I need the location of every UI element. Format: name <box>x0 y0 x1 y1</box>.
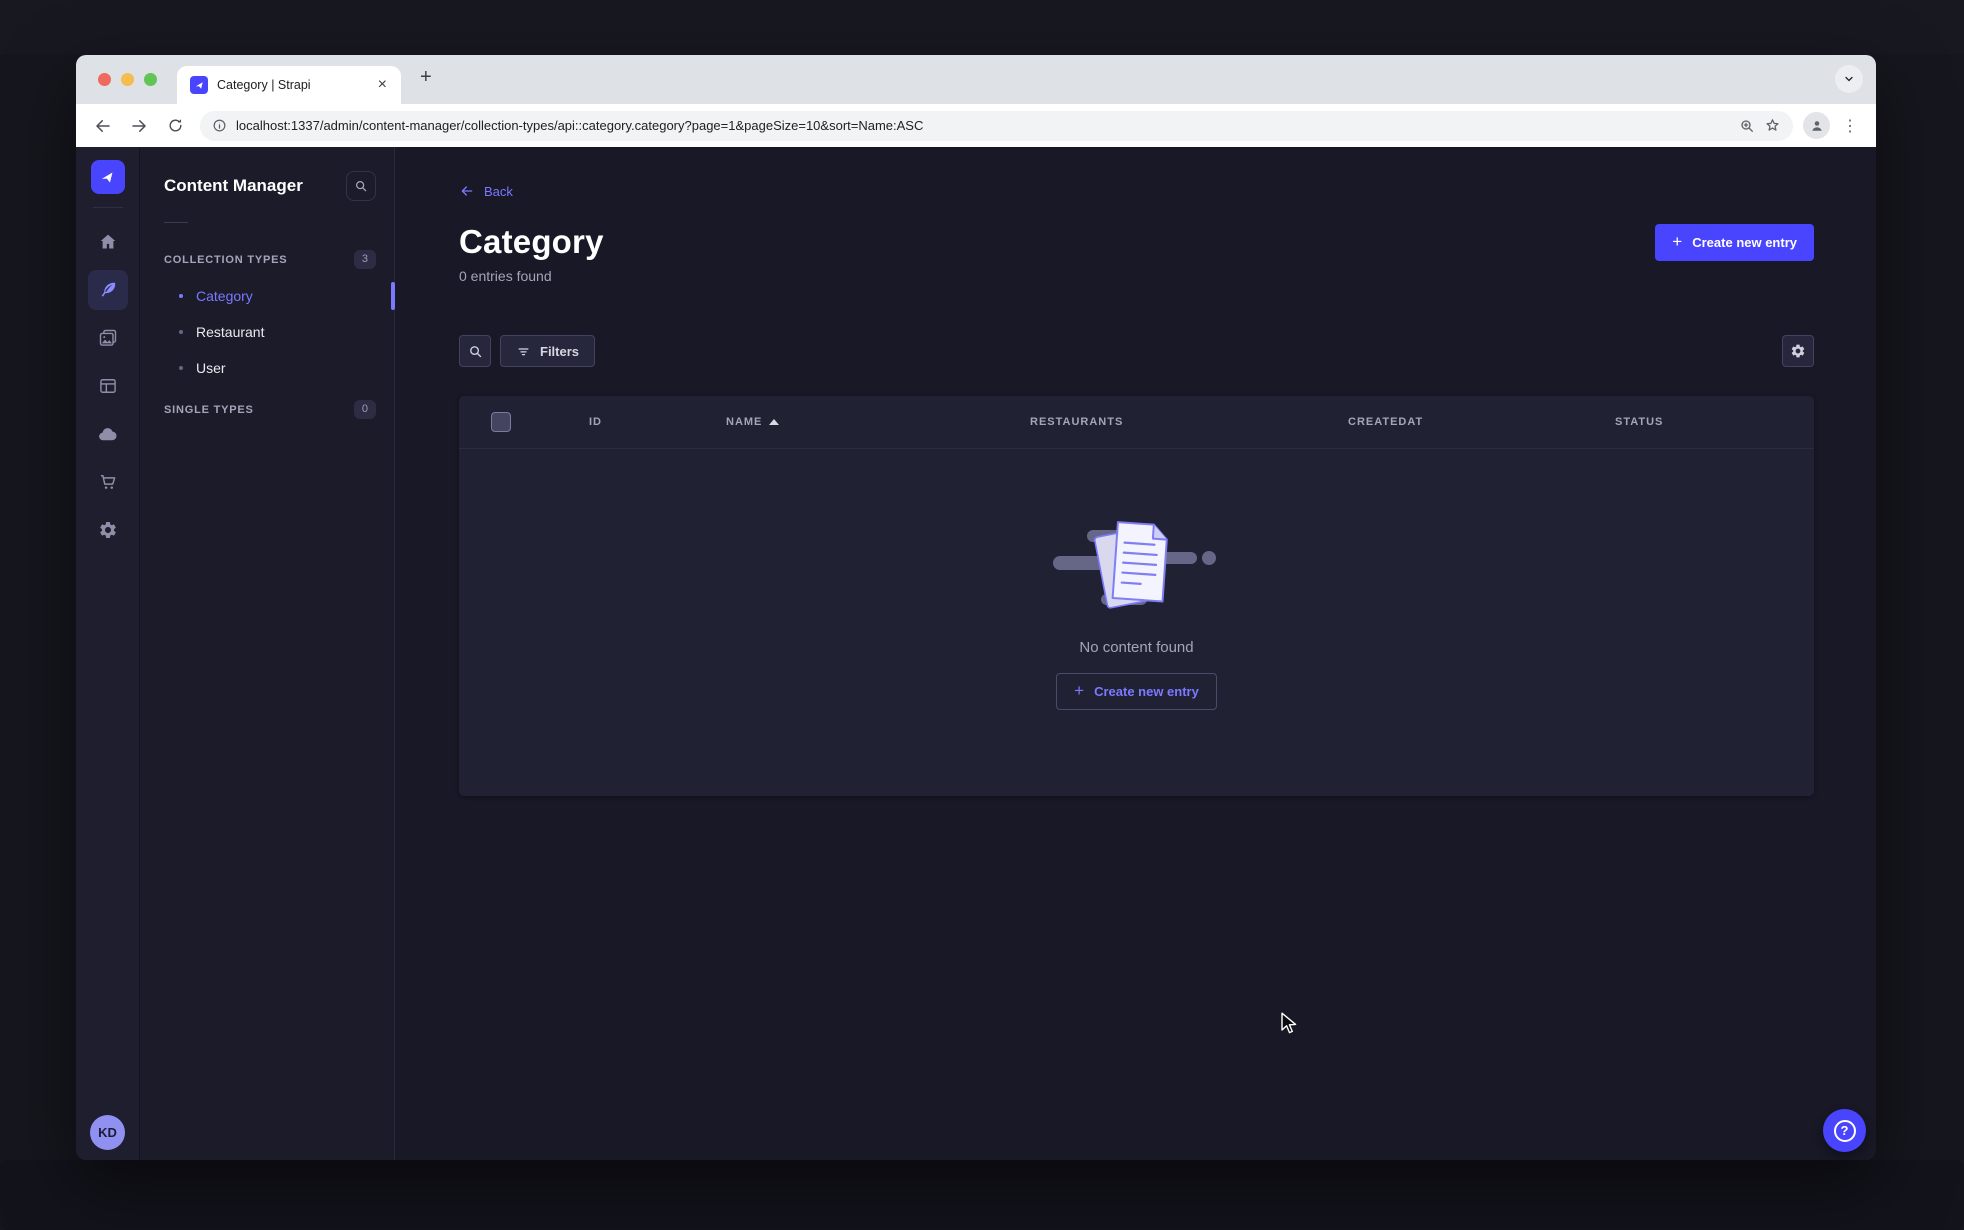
back-navigation-icon[interactable] <box>88 111 118 141</box>
plus-icon: + <box>1672 232 1683 251</box>
panel-divider <box>164 222 188 223</box>
panel-title: Content Manager <box>164 176 303 195</box>
url-bar[interactable]: localhost:1337/admin/content-manager/col… <box>200 110 1793 141</box>
forward-navigation-icon[interactable] <box>124 111 154 141</box>
single-types-label: SINGLE TYPES <box>164 403 254 416</box>
bullet-icon <box>179 366 183 370</box>
strapi-logo-icon[interactable] <box>90 160 125 194</box>
empty-state-message: No content found <box>1079 638 1194 656</box>
single-types-count-badge: 0 <box>353 400 376 419</box>
bookmark-star-icon[interactable] <box>1764 117 1781 134</box>
table-search-button[interactable] <box>459 335 491 367</box>
view-settings-button[interactable] <box>1782 335 1814 367</box>
sidebar-item-marketplace[interactable] <box>88 462 128 502</box>
browser-menu-icon[interactable]: ⋮ <box>1836 116 1864 136</box>
active-item-indicator <box>391 282 395 310</box>
sidebar-item-restaurant[interactable]: Restaurant <box>164 314 376 350</box>
strapi-favicon-icon <box>190 76 208 94</box>
zoom-page-icon[interactable] <box>1739 118 1755 134</box>
browser-tab[interactable]: Category | Strapi × <box>177 66 401 104</box>
nav-item-label: Category <box>196 288 253 304</box>
close-tab-icon[interactable]: × <box>374 75 391 95</box>
page-title: Category <box>459 223 604 260</box>
filter-icon <box>518 347 529 355</box>
close-window-button[interactable] <box>98 73 111 86</box>
question-mark-icon: ? <box>1833 1119 1856 1142</box>
browser-profile-avatar[interactable] <box>1803 112 1830 139</box>
main-navigation-rail: KD <box>76 147 140 1160</box>
column-header-status[interactable]: STATUS <box>1615 416 1814 428</box>
create-new-entry-button[interactable]: + Create new entry <box>1655 223 1814 261</box>
sidebar-item-media-library[interactable] <box>88 318 128 358</box>
new-tab-button[interactable]: + <box>420 67 432 87</box>
desktop-background-strip <box>0 0 1964 55</box>
plus-icon: + <box>1074 681 1085 700</box>
user-avatar[interactable]: KD <box>90 1115 125 1150</box>
browser-tab-strip: Category | Strapi × + <box>76 55 1876 104</box>
strapi-admin-app: KD Content Manager COLLECTION TYPES 3 Ca… <box>76 147 1876 1160</box>
reload-icon[interactable] <box>160 111 190 141</box>
sidebar-item-content-type-builder[interactable] <box>88 366 128 406</box>
sidebar-item-deploy-cloud[interactable] <box>88 414 128 454</box>
filters-button[interactable]: Filters <box>500 335 596 367</box>
browser-toolbar: localhost:1337/admin/content-manager/col… <box>76 104 1876 147</box>
table-header-row: ID NAME RESTAURANTS CREATEDAT STATUS <box>459 396 1814 449</box>
collection-types-label: COLLECTION TYPES <box>164 253 288 266</box>
entries-count: 0 entries found <box>459 268 552 284</box>
nav-item-label: User <box>196 360 226 376</box>
minimize-window-button[interactable] <box>121 73 134 86</box>
sort-ascending-icon <box>769 419 780 425</box>
gear-icon <box>1791 344 1805 358</box>
back-link[interactable]: Back <box>459 183 513 199</box>
bullet-icon <box>179 330 183 334</box>
column-header-name[interactable]: NAME <box>726 416 1030 428</box>
nav-item-label: Restaurant <box>196 324 265 340</box>
entries-table: ID NAME RESTAURANTS CREATEDAT STATUS No … <box>459 396 1814 796</box>
help-button[interactable]: ? <box>1823 1109 1866 1152</box>
desktop-background-shape <box>0 1160 1964 1230</box>
tab-title: Category | Strapi <box>217 78 311 92</box>
sidebar-item-settings[interactable] <box>88 510 128 550</box>
collection-types-count-badge: 3 <box>353 250 376 269</box>
column-header-id[interactable]: ID <box>589 416 726 428</box>
column-header-createdat[interactable]: CREATEDAT <box>1348 416 1615 428</box>
sidebar-item-category[interactable]: Category <box>164 278 395 314</box>
empty-create-new-entry-button[interactable]: + Create new entry <box>1056 672 1217 710</box>
empty-state: No content found + Create new entry <box>459 449 1814 796</box>
rail-divider <box>92 207 123 208</box>
content-manager-panel: Content Manager COLLECTION TYPES 3 Categ… <box>140 147 395 1160</box>
tab-search-chevron-button[interactable] <box>1835 65 1863 93</box>
select-all-checkbox[interactable] <box>491 412 511 432</box>
empty-documents-illustration <box>1052 520 1216 609</box>
window-controls <box>98 73 157 86</box>
site-info-icon[interactable] <box>212 118 227 133</box>
main-content: Back Category + Create new entry 0 entri… <box>395 147 1876 1160</box>
bullet-icon <box>179 294 183 298</box>
sidebar-item-content-manager[interactable] <box>87 270 128 310</box>
browser-window: Category | Strapi × + localhost:1337/adm… <box>76 55 1876 1160</box>
sidebar-item-user[interactable]: User <box>164 350 376 386</box>
url-text[interactable]: localhost:1337/admin/content-manager/col… <box>236 118 1730 133</box>
panel-search-button[interactable] <box>346 171 376 201</box>
collection-types-list: Category Restaurant User <box>164 278 395 386</box>
sidebar-item-home[interactable] <box>88 222 128 262</box>
fullscreen-window-button[interactable] <box>144 73 157 86</box>
back-arrow-icon <box>461 186 473 196</box>
column-header-restaurants[interactable]: RESTAURANTS <box>1030 416 1348 428</box>
